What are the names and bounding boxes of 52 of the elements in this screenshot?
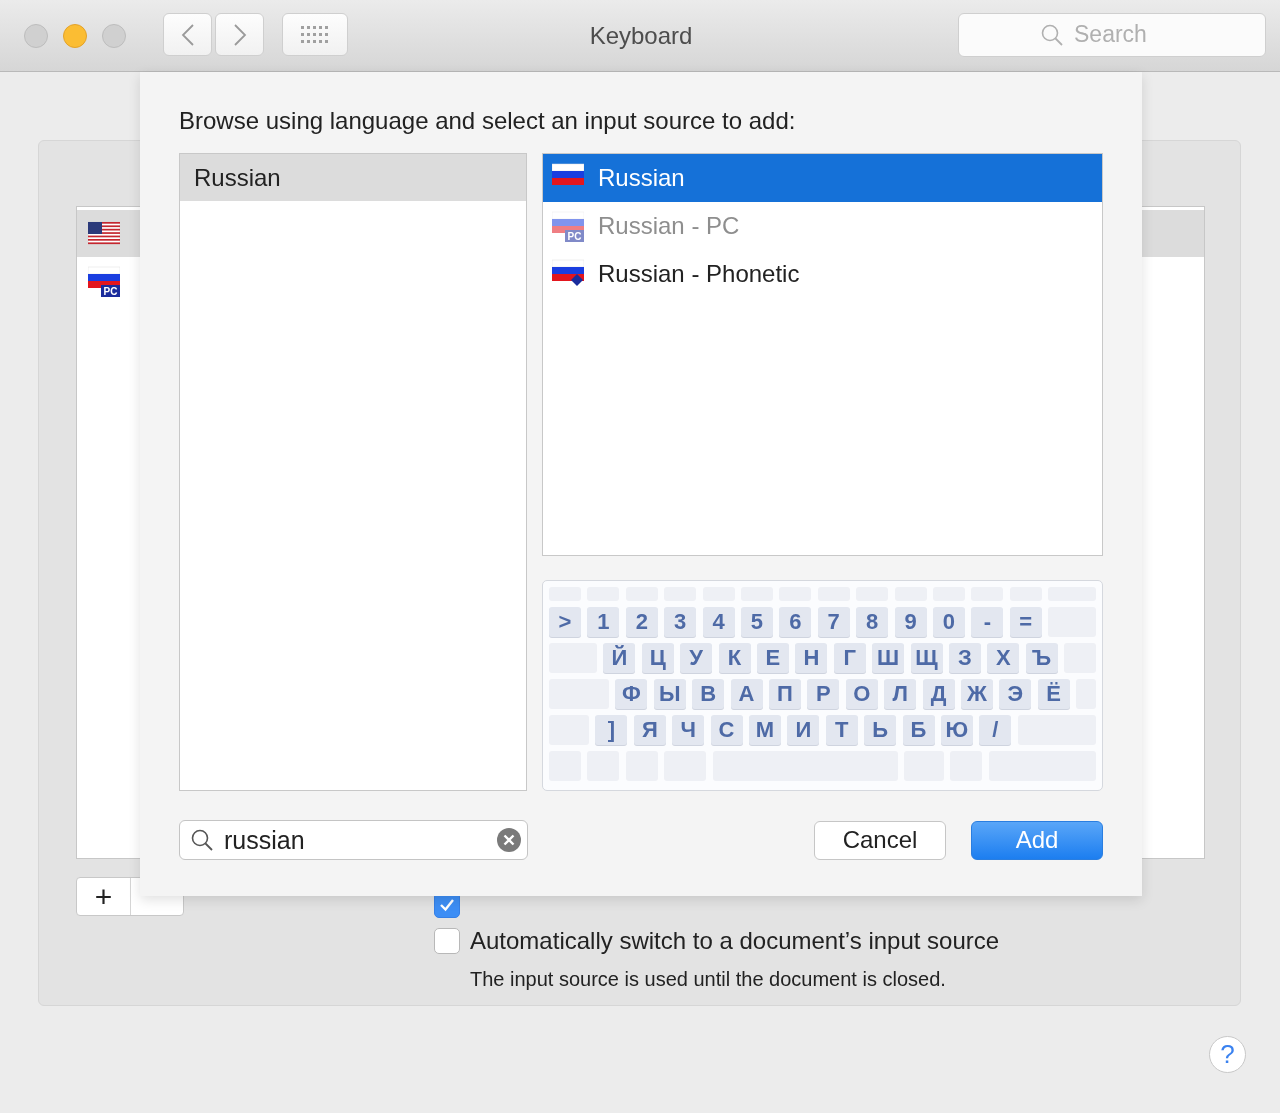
keyboard-key: Щ xyxy=(910,643,943,673)
sheet-prompt: Browse using language and select an input source to add: xyxy=(179,106,797,136)
window-title: Keyboard xyxy=(588,21,694,50)
keyboard-key: В xyxy=(692,679,725,709)
keyboard-key: Т xyxy=(825,715,858,745)
keyboard-key: Э xyxy=(999,679,1032,709)
keyboard-key: 4 xyxy=(702,607,735,637)
keyboard-key: Й xyxy=(603,643,636,673)
keyboard-key: П xyxy=(768,679,801,709)
keyboard-key: Н xyxy=(795,643,828,673)
keyboard-key: > xyxy=(549,607,581,637)
keyboard-key: 3 xyxy=(664,607,697,637)
keyboard-key: Ж xyxy=(960,679,993,709)
keyboard-key: З xyxy=(948,643,981,673)
keyboard-key: Ю xyxy=(940,715,973,745)
keyboard-key: 6 xyxy=(779,607,812,637)
keyboard-key: Р xyxy=(807,679,840,709)
keyboard-key: Ш xyxy=(872,643,905,673)
option-label: Automatically switch to a document’s input source xyxy=(470,927,1000,955)
keyboard-key: 1 xyxy=(587,607,620,637)
keyboard-key: Х xyxy=(987,643,1020,673)
keyboard-key: Ъ xyxy=(1025,643,1058,673)
keyboard-key: Ч xyxy=(672,715,705,745)
keyboard-key: Ц xyxy=(641,643,674,673)
keyboard-key: Е xyxy=(756,643,789,673)
keyboard-key: Ы xyxy=(653,679,686,709)
keyboard-key: / xyxy=(979,715,1012,745)
keyboard-key: - xyxy=(971,607,1004,637)
keyboard-key: Г xyxy=(833,643,866,673)
keyboard-key: 9 xyxy=(894,607,927,637)
keyboard-key: Ь xyxy=(864,715,897,745)
keyboard-key: 2 xyxy=(625,607,658,637)
keyboard-key: О xyxy=(845,679,878,709)
keyboard-key: = xyxy=(1009,607,1042,637)
keyboard-key: М xyxy=(748,715,781,745)
keyboard-key: 5 xyxy=(740,607,773,637)
keyboard-key: Л xyxy=(884,679,917,709)
keyboard-key: Д xyxy=(922,679,955,709)
keyboard-key: 0 xyxy=(932,607,965,637)
keyboard-key: Б xyxy=(902,715,935,745)
keyboard-key: ] xyxy=(595,715,628,745)
option-note: The input source is used until the document is closed. xyxy=(470,968,947,991)
keyboard-key: У xyxy=(680,643,713,673)
keyboard-key: Я xyxy=(633,715,666,745)
keyboard-key: А xyxy=(730,679,763,709)
keyboard-key: 7 xyxy=(817,607,850,637)
keyboard-key: Ё xyxy=(1037,679,1070,709)
keyboard-key: К xyxy=(718,643,751,673)
keyboard-key: С xyxy=(710,715,743,745)
keyboard-key: И xyxy=(787,715,820,745)
keyboard-key: 8 xyxy=(856,607,889,637)
keyboard-key: Ф xyxy=(615,679,648,709)
